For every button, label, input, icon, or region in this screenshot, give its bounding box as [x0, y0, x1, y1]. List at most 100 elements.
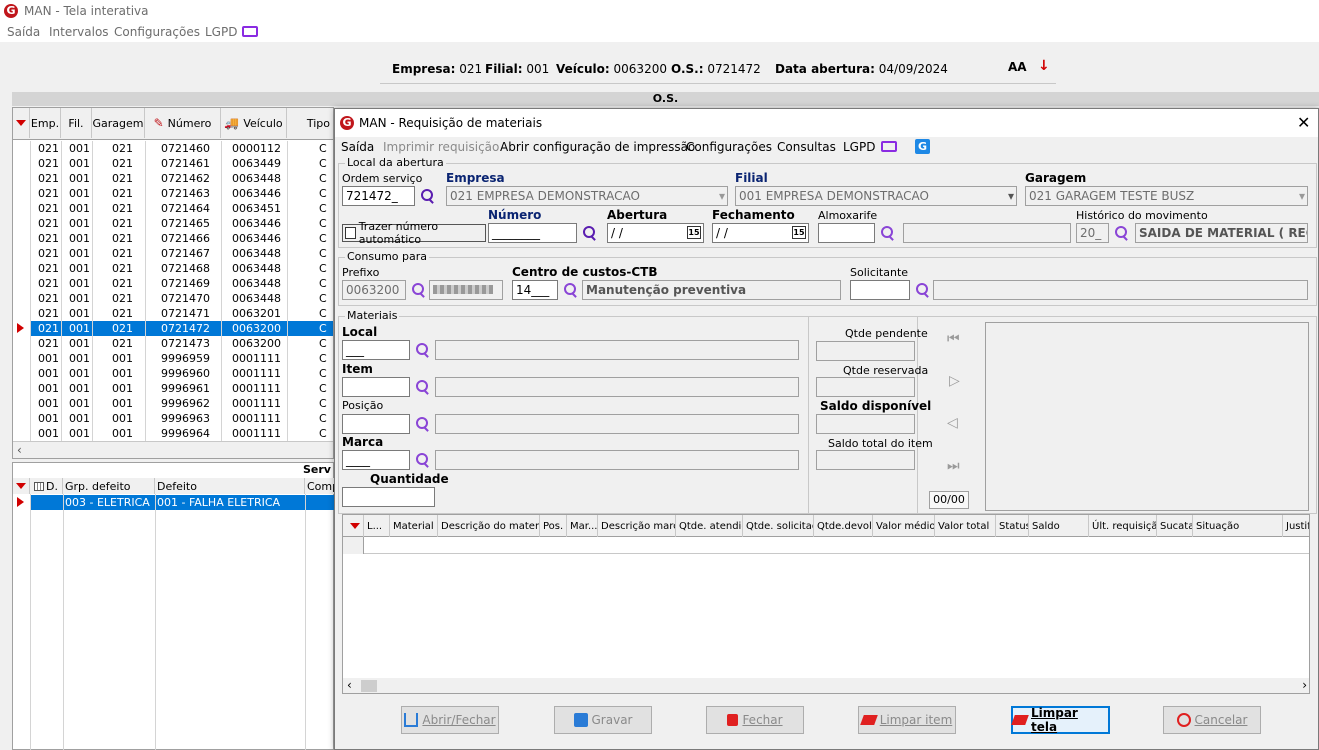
menu-lgpd[interactable]: LGPD [205, 25, 237, 39]
limpar-item-button[interactable]: Limpar item [858, 706, 956, 734]
items-grid-empty-row[interactable] [343, 537, 1309, 554]
serv-sort-arrow-icon[interactable] [16, 483, 26, 489]
items-grid-scrollbar[interactable]: ‹ › [343, 678, 1309, 693]
horizontal-scrollbar[interactable]: ‹ [13, 441, 333, 458]
prefixo-input[interactable]: 0063200 [342, 280, 406, 300]
grid-column-header[interactable]: Qtde.devolv. [814, 515, 873, 537]
calendar-icon[interactable]: 15 [687, 226, 701, 239]
grid-column-header[interactable]: Qtde. solicitada [743, 515, 814, 537]
local-input[interactable]: ___ [342, 340, 410, 360]
fechar-button[interactable]: Fechar [706, 706, 804, 734]
ordem-search-icon[interactable] [421, 189, 435, 203]
menu-saida[interactable]: Saída [7, 25, 40, 39]
serv-row[interactable]: 003 - ELETRICA 001 - FALHA ELETRICA [13, 495, 335, 510]
cc-search-icon[interactable] [564, 283, 578, 297]
dlg-brand-icon[interactable]: G [915, 139, 930, 154]
grid-column-header[interactable]: Descrição marca [598, 515, 676, 537]
fechamento-value: / / [716, 226, 728, 240]
grid-column-header[interactable]: Últ. requisição [1089, 515, 1157, 537]
marca-input[interactable]: ____ [342, 450, 410, 470]
next-record-icon[interactable]: ▷ [949, 373, 960, 389]
col-emp[interactable]: Emp. [30, 108, 61, 138]
close-icon[interactable]: ✕ [1297, 113, 1310, 132]
limpar-tela-button[interactable]: Limpar tela [1011, 706, 1110, 734]
grid-column-header[interactable]: Saldo [1029, 515, 1089, 537]
col-fil[interactable]: Fil. [61, 108, 92, 138]
almoxarife-input[interactable] [818, 223, 875, 243]
grid-column-header[interactable]: Sucata [1157, 515, 1193, 537]
solicitante-search-icon[interactable] [916, 283, 930, 297]
solicitante-input[interactable] [850, 280, 910, 300]
dlg-menu-imprimir[interactable]: Imprimir requisição [383, 140, 499, 154]
first-record-icon[interactable]: ⏮ [947, 331, 960, 347]
menu-intervalos[interactable]: Intervalos [49, 25, 109, 39]
historico-search-icon[interactable] [1115, 226, 1129, 240]
floppy-disk-icon [573, 713, 588, 727]
trazer-numero-checkbox[interactable]: Trazer número automático [342, 220, 486, 246]
col-veiculo[interactable]: 🚚 Veículo [221, 108, 287, 138]
item-input[interactable] [342, 377, 410, 397]
almoxarife-search-icon[interactable] [881, 226, 895, 240]
grid-column-header[interactable]: Valor médio [873, 515, 935, 537]
os-table-cell: 001 [69, 157, 90, 170]
grid-column-header[interactable]: Qtde. atendida [676, 515, 743, 537]
os-table-cell: 021 [112, 292, 133, 305]
font-size-icon[interactable]: AA [1008, 60, 1027, 74]
os-table-cell: 9996964 [161, 427, 210, 440]
grid-column-header[interactable]: Situação [1193, 515, 1283, 537]
dlg-menu-saida[interactable]: Saída [341, 140, 374, 154]
col-numero[interactable]: ✎ Número [145, 108, 221, 138]
grid-column-header[interactable]: Descrição do material [438, 515, 540, 537]
garagem-select[interactable]: 021 GARAGEM TESTE BUSZ ▾ [1025, 186, 1308, 206]
serv-col-defeito[interactable]: Defeito [155, 478, 305, 494]
grid-column-header[interactable]: Material [390, 515, 438, 537]
dlg-menu-lgpd[interactable]: LGPD [843, 140, 875, 154]
serv-col-comp[interactable]: Comp [305, 478, 339, 494]
posicao-search-icon[interactable] [416, 417, 430, 431]
last-record-icon[interactable]: ⏭ [947, 458, 960, 474]
dlg-menu-abrir-config[interactable]: Abrir configuração de impressão [500, 140, 695, 154]
quantidade-input[interactable] [342, 487, 435, 507]
cancelar-button[interactable]: Cancelar [1163, 706, 1261, 734]
local-search-icon[interactable] [416, 343, 430, 357]
menu-configuracoes[interactable]: Configurações [114, 25, 200, 39]
numero-search-icon[interactable] [583, 226, 597, 240]
os-table-cell: 0001111 [232, 427, 281, 440]
serv-col-d[interactable]: D. [30, 478, 63, 494]
abrir-fechar-button[interactable]: Abrir/Fechar [401, 706, 499, 734]
cc-input[interactable]: 14___ [512, 280, 558, 300]
monitor-icon[interactable] [242, 26, 258, 37]
serv-col-grp[interactable]: Grp. defeito [63, 478, 155, 494]
prev-record-icon[interactable]: ◁ [947, 415, 958, 431]
col-garagem[interactable]: Garagem [92, 108, 145, 138]
item-search-icon[interactable] [416, 380, 430, 394]
grid-column-header[interactable]: Pos. [540, 515, 567, 537]
grid-column-header[interactable]: Mar... [567, 515, 598, 537]
calendar-icon[interactable]: 15 [792, 226, 806, 239]
gravar-button[interactable]: Gravar [554, 706, 652, 734]
ordem-input[interactable]: 721472_ [342, 186, 415, 206]
grid-sort-arrow-icon[interactable] [349, 523, 360, 529]
filial-select[interactable]: 001 EMPRESA DEMONSTRACAO ▾ [735, 186, 1017, 206]
posicao-input[interactable] [342, 414, 410, 434]
grid-column-header[interactable]: Justifi [1283, 515, 1309, 537]
historico-code[interactable]: 20_ [1076, 223, 1109, 243]
grid-column-header[interactable]: Valor total [935, 515, 996, 537]
col-tipo[interactable]: Tipo [287, 108, 333, 138]
marca-search-icon[interactable] [416, 453, 430, 467]
dlg-menu-consultas[interactable]: Consultas [777, 140, 836, 154]
numero-input[interactable]: ________ [488, 223, 577, 243]
dlg-monitor-icon[interactable] [881, 141, 897, 152]
empresa-select[interactable]: 021 EMPRESA DEMONSTRACAO ▾ [446, 186, 728, 206]
grid-column-header[interactable]: Status [996, 515, 1029, 537]
sort-arrow-icon[interactable] [16, 120, 26, 126]
prefixo-search-icon[interactable] [412, 283, 426, 297]
arrow-down-icon[interactable]: ↓ [1038, 58, 1050, 74]
grid-column-header[interactable]: L... [364, 515, 390, 537]
os-table-cell: 0721471 [161, 307, 210, 320]
abertura-date-input[interactable]: / / 15 [607, 223, 704, 243]
dlg-menu-configuracoes[interactable]: Configurações [686, 140, 772, 154]
os-table-cell: 001 [69, 367, 90, 380]
fechamento-date-input[interactable]: / / 15 [712, 223, 809, 243]
os-table-cell: C [319, 412, 327, 425]
